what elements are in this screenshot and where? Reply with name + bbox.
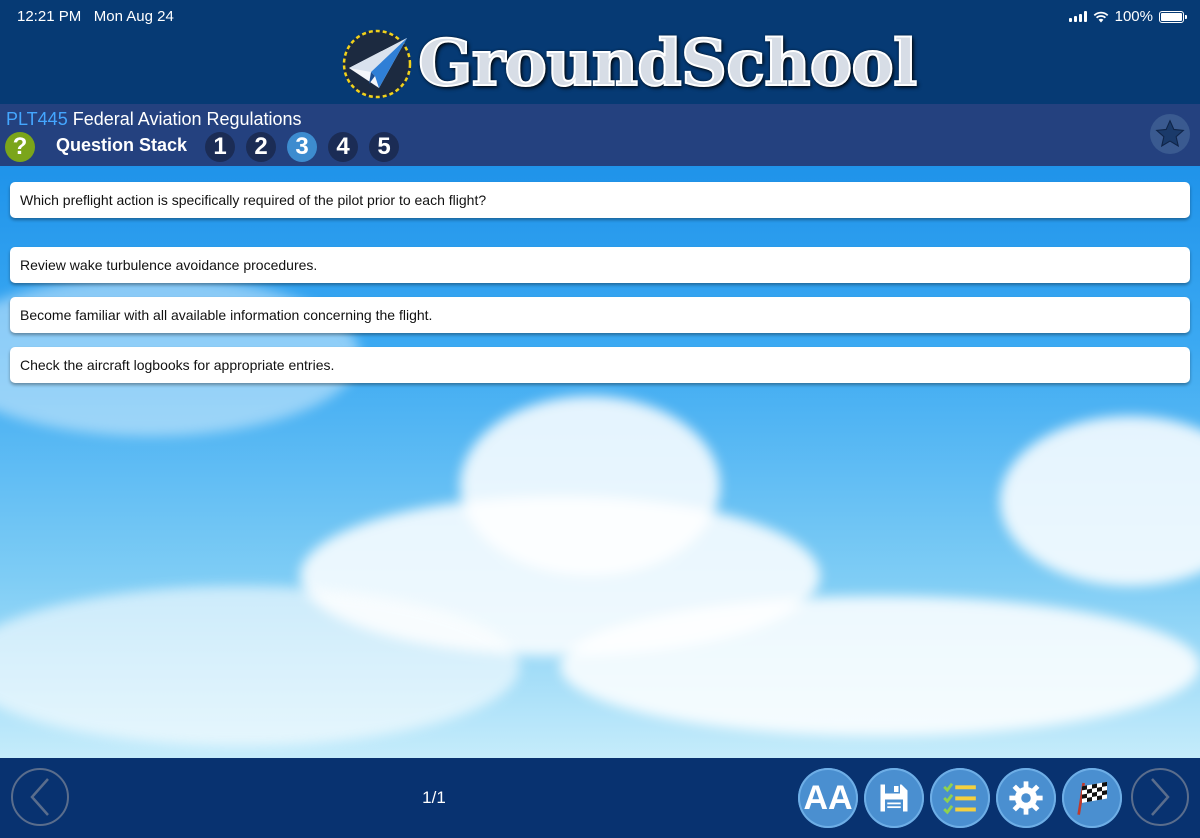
status-indicators: 100% [1068, 8, 1187, 25]
background-cloud [1000, 416, 1200, 586]
checkered-flag-icon [1077, 781, 1107, 815]
app-title: GroundSchool [417, 26, 918, 101]
chevron-left-icon [30, 778, 49, 816]
stack-number-1[interactable]: 1 [205, 132, 235, 162]
app-brand: GroundSchool [341, 26, 918, 101]
checklist-button[interactable] [930, 768, 990, 828]
gear-icon [1009, 781, 1043, 815]
background-cloud [560, 596, 1200, 736]
status-date: Mon Aug 24 [93, 8, 174, 25]
question-stack-selector: 1 2 3 4 5 [205, 132, 399, 162]
battery-percent: 100% [1114, 8, 1153, 25]
status-clock: 12:21 PM [17, 8, 82, 25]
answer-option-3[interactable]: Check the aircraft logbooks for appropri… [10, 347, 1190, 383]
top-bar: 12:21 PM Mon Aug 24 100% GroundSchool [0, 0, 1200, 104]
favorite-button[interactable] [1150, 114, 1190, 154]
previous-button[interactable] [11, 768, 69, 826]
bottom-toolbar: 1/1 AA [0, 758, 1200, 838]
floppy-disk-icon [880, 784, 908, 812]
next-button[interactable] [1131, 768, 1189, 826]
stack-number-3[interactable]: 3 [287, 132, 317, 162]
page-counter: 1/1 [422, 788, 446, 807]
cellular-signal-icon [1068, 11, 1087, 22]
question-text: Which preflight action is specifically r… [10, 182, 1190, 218]
star-icon [1155, 119, 1185, 148]
chevron-right-icon [1151, 778, 1170, 816]
finish-button[interactable] [1062, 768, 1122, 828]
wifi-icon [1093, 11, 1108, 22]
text-size-button[interactable]: AA [798, 768, 858, 828]
course-title: PLT445 Federal Aviation Regulations [6, 109, 302, 130]
answer-option-2[interactable]: Become familiar with all available infor… [10, 297, 1190, 333]
stack-number-4[interactable]: 4 [328, 132, 358, 162]
checklist-icon [943, 782, 976, 815]
stack-number-2[interactable]: 2 [246, 132, 276, 162]
question-area: Which preflight action is specifically r… [0, 166, 1200, 758]
paper-plane-logo-icon [342, 29, 412, 99]
background-cloud [0, 586, 520, 746]
course-code: PLT445 [6, 109, 68, 129]
help-button[interactable]: ? [5, 132, 35, 162]
battery-icon [1159, 10, 1187, 23]
course-name: Federal Aviation Regulations [72, 109, 302, 129]
question-mark-icon: ? [12, 133, 28, 160]
course-header: PLT445 Federal Aviation Regulations ? Qu… [0, 104, 1200, 166]
save-button[interactable] [864, 768, 924, 828]
answer-option-1[interactable]: Review wake turbulence avoidance procedu… [10, 247, 1190, 283]
stack-number-5[interactable]: 5 [369, 132, 399, 162]
status-time: 12:21 PM Mon Aug 24 [17, 8, 174, 25]
question-stack-label: Question Stack [56, 135, 188, 155]
text-size-icon: AA [803, 778, 853, 817]
settings-button[interactable] [996, 768, 1056, 828]
